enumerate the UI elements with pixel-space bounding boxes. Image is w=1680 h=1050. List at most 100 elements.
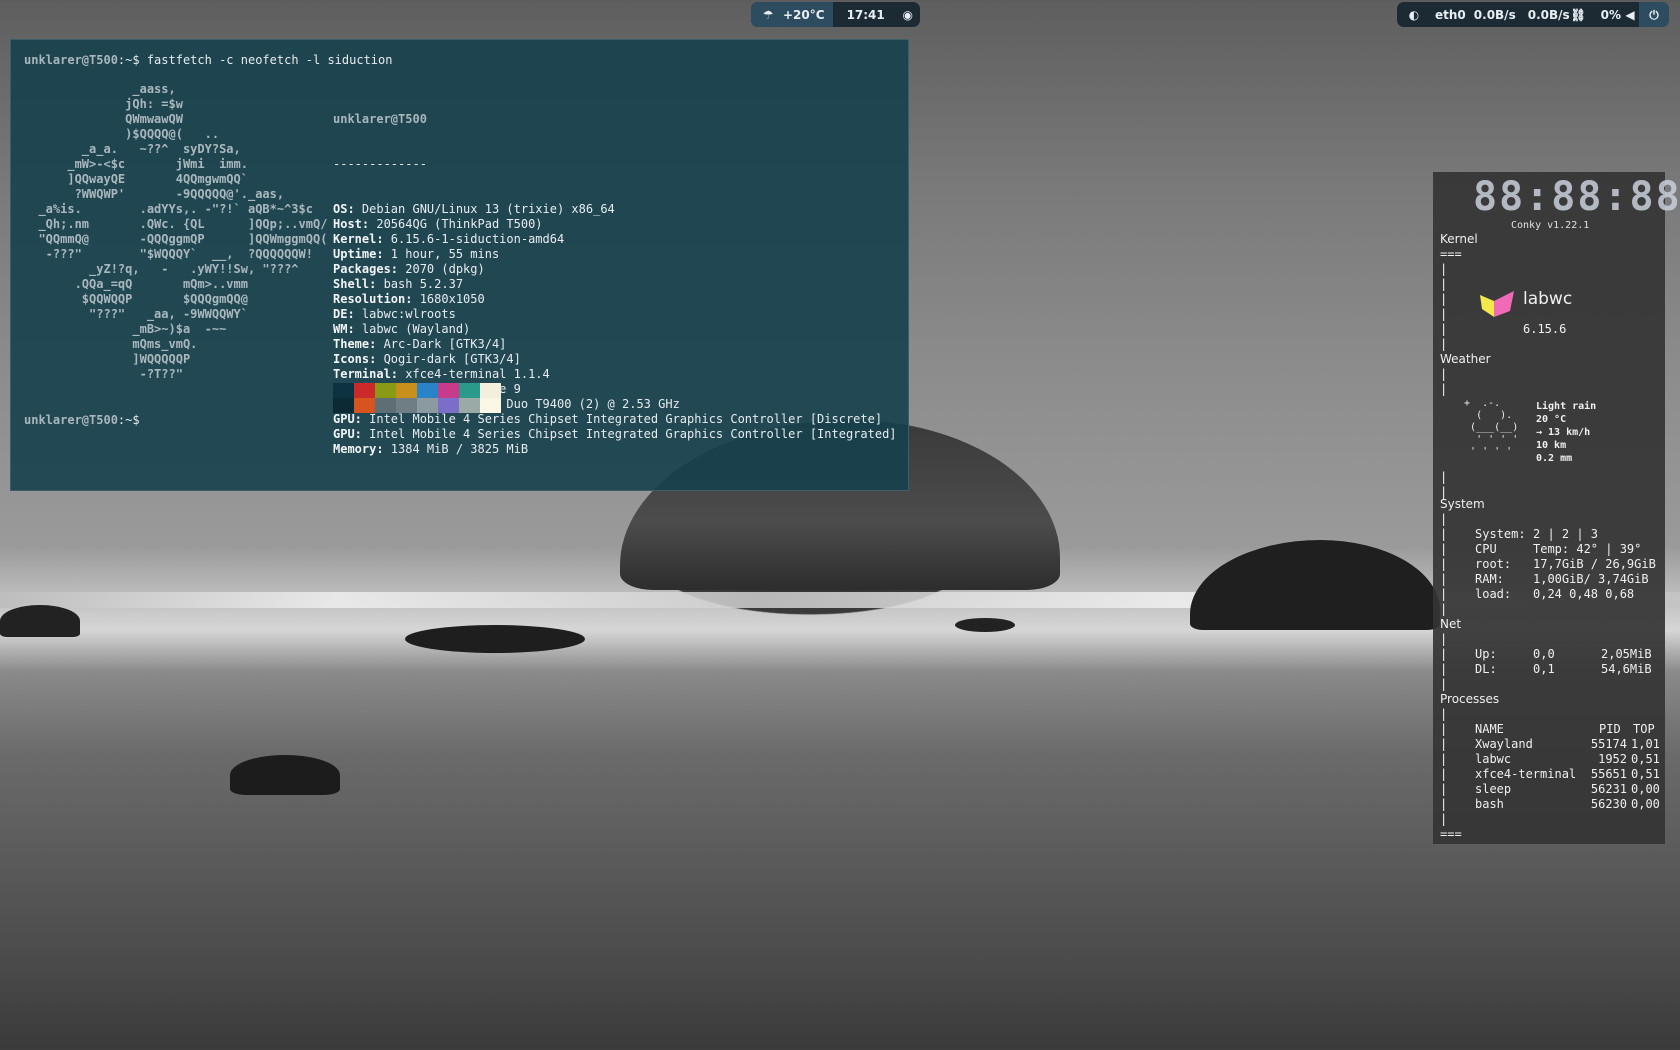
logo-line: "QQmmQ@ -QQQggmQP ]QQWmggmQQ( — [24, 232, 328, 246]
info-row: OS: Debian GNU/Linux 13 (trixie) x86_64 — [333, 202, 897, 217]
conky-panel: 88:88:88 Conky v1.22.1 Kernel === | | | … — [1433, 172, 1680, 844]
info-key: Shell: — [333, 277, 377, 291]
info-key: WM: — [333, 322, 355, 336]
info-value: Arc-Dark [GTK3/4] — [376, 337, 507, 351]
process-name: xfce4-terminal — [1475, 767, 1577, 781]
system-label: root: — [1475, 557, 1512, 571]
power-icon: ⏻ — [1649, 7, 1659, 22]
clock-time[interactable]: 17:41 — [847, 8, 885, 22]
system-label: System: — [1475, 527, 1526, 541]
net-interface[interactable]: eth0 — [1435, 8, 1466, 22]
weather-details: Light rain 20 °C → 13 km/h 10 km 0.2 mm — [1536, 401, 1597, 464]
process-pid: 55651 — [1590, 767, 1627, 781]
process-header-top: TOP — [1633, 722, 1655, 736]
system-label: load: — [1475, 587, 1512, 601]
info-value: Intel Mobile 4 Series Chipset Integrated… — [361, 427, 897, 441]
palette-swatch — [459, 398, 480, 413]
info-row: Resolution: 1680x1050 — [333, 292, 897, 307]
rock-small — [0, 605, 80, 637]
process-pid: 56231 — [1590, 782, 1627, 796]
info-value: labwc (Wayland) — [354, 322, 471, 336]
command-line: unklarer@T500:~$ fastfetch -c neofetch -… — [24, 53, 392, 68]
logo-line: ]QQwayQE 4QQmgwmQQ` — [24, 172, 248, 186]
conky-version: Conky v1.22.1 — [1511, 220, 1590, 231]
system-title: System — [1440, 497, 1485, 511]
speaker-icon[interactable]: ◀ — [1623, 8, 1637, 22]
rock-right — [1190, 540, 1440, 630]
kernel-title: Kernel — [1440, 232, 1478, 246]
prompt-suffix: :~$ — [117, 53, 140, 67]
kernel-version: 6.15.6 — [1523, 322, 1567, 336]
volume-level[interactable]: 0% — [1601, 8, 1621, 22]
top-center-bar: ☂ +20°C 17:41 ◉ — [751, 2, 920, 27]
net-download: 0.0B/s — [1527, 7, 1570, 22]
tree-line: | | | | | | | — [1440, 512, 1448, 616]
color-palette — [333, 383, 501, 413]
info-row: Shell: bash 5.2.37 — [333, 277, 897, 292]
weather-ascii-art: + .-. ( ). (___(__) ' ' ' ' ' ' ' ' — [1464, 398, 1519, 457]
process-pid: 56230 — [1590, 797, 1627, 811]
process-name: Xwayland — [1475, 737, 1533, 751]
logo-line: mQms_vmQ. — [24, 337, 198, 351]
tree-line: | | — [1440, 470, 1448, 499]
info-key: Terminal: — [333, 367, 399, 381]
info-row: DE: labwc:wlroots — [333, 307, 897, 322]
info-key: Host: — [333, 217, 370, 231]
logo-line: _yZ!?q, - .yWY!!Sw, "???^ — [24, 262, 299, 276]
rock-small — [955, 618, 1015, 632]
process-top: 0,00 — [1631, 797, 1660, 811]
info-header: unklarer@T500 — [333, 112, 427, 126]
palette-swatch — [438, 398, 459, 413]
bottom-separator: === — [1440, 827, 1462, 841]
process-header: NAME — [1475, 722, 1504, 737]
prompt-user: unklarer@T500 — [24, 413, 118, 427]
info-row: Theme: Arc-Dark [GTK3/4] — [333, 337, 897, 352]
system-value: 0,24 0,48 0,68 — [1533, 587, 1635, 601]
power-button[interactable]: ⏻ — [1639, 2, 1669, 27]
info-row: Uptime: 1 hour, 55 mins — [333, 247, 897, 262]
system-value: 17,7GiB / 26,9GiB — [1533, 557, 1656, 571]
process-top: 1,01 — [1631, 737, 1660, 751]
info-key: OS: — [333, 202, 355, 216]
logo-line: ?WWQWP' -9QQQQQ@'._aas, — [24, 187, 285, 201]
tree-line: | | | | | | | | — [1440, 707, 1448, 826]
weather-widget[interactable]: ☂ +20°C — [751, 2, 833, 27]
info-key: Kernel: — [333, 232, 384, 246]
system-label: RAM: — [1475, 572, 1504, 586]
system-value: Temp: 42° | 39° — [1533, 542, 1642, 556]
logo-line: $QQWQQP $QQQgmQQ@ — [24, 292, 248, 306]
system-value: 1,00GiB/ 3,74GiB — [1533, 572, 1649, 586]
net-value-b: 2,05MiB — [1601, 647, 1652, 661]
process-top: 0,00 — [1631, 782, 1660, 796]
palette-swatch — [396, 398, 417, 413]
col-name: NAME — [1475, 722, 1504, 736]
info-key: GPU: — [333, 412, 362, 426]
info-value: bash 5.2.37 — [376, 277, 464, 291]
palette-swatch — [459, 383, 480, 398]
eye-icon[interactable]: ◉ — [901, 8, 915, 22]
info-row: Packages: 2070 (dpkg) — [333, 262, 897, 277]
globe-icon[interactable]: ◐ — [1407, 8, 1421, 22]
info-value: Intel Mobile 4 Series Chipset Integrated… — [361, 412, 883, 426]
logo-line: _mW>-<$c jWmi imm. — [24, 157, 248, 171]
tree-line: | | — [1440, 367, 1448, 396]
palette-swatch — [354, 398, 375, 413]
logo-line: QWmwawQW — [24, 112, 183, 126]
logo-line: .QQa_=qQ mQm>..vmm — [24, 277, 248, 291]
process-name: sleep — [1475, 782, 1512, 796]
info-value: 6.15.6-1-siduction-amd64 — [383, 232, 565, 246]
logo-line: -???" "$WQQQY` __, ?QQQQQQW! — [24, 247, 313, 261]
info-row: WM: labwc (Wayland) — [333, 322, 897, 337]
idle-prompt[interactable]: unklarer@T500:~$ — [24, 413, 140, 428]
info-value: 2070 (dpkg) — [398, 262, 485, 276]
info-row: Memory: 1384 MiB / 3825 MiB — [333, 442, 897, 457]
terminal-window[interactable]: unklarer@T500:~$ fastfetch -c neofetch -… — [10, 39, 909, 491]
prompt-user: unklarer@T500 — [24, 53, 118, 67]
info-key: Uptime: — [333, 247, 384, 261]
process-pid: 1952 — [1598, 752, 1627, 766]
top-right-bar: ◐ eth0 0.0B/s 0.0B/s ⛓ 0% ◀ ⏻ — [1397, 2, 1669, 27]
prompt-suffix: :~$ — [117, 413, 140, 427]
net-value-b: 54,6MiB — [1601, 662, 1652, 676]
net-label: DL: — [1475, 662, 1497, 676]
info-row: Terminal: xfce4-terminal 1.1.4 — [333, 367, 897, 382]
